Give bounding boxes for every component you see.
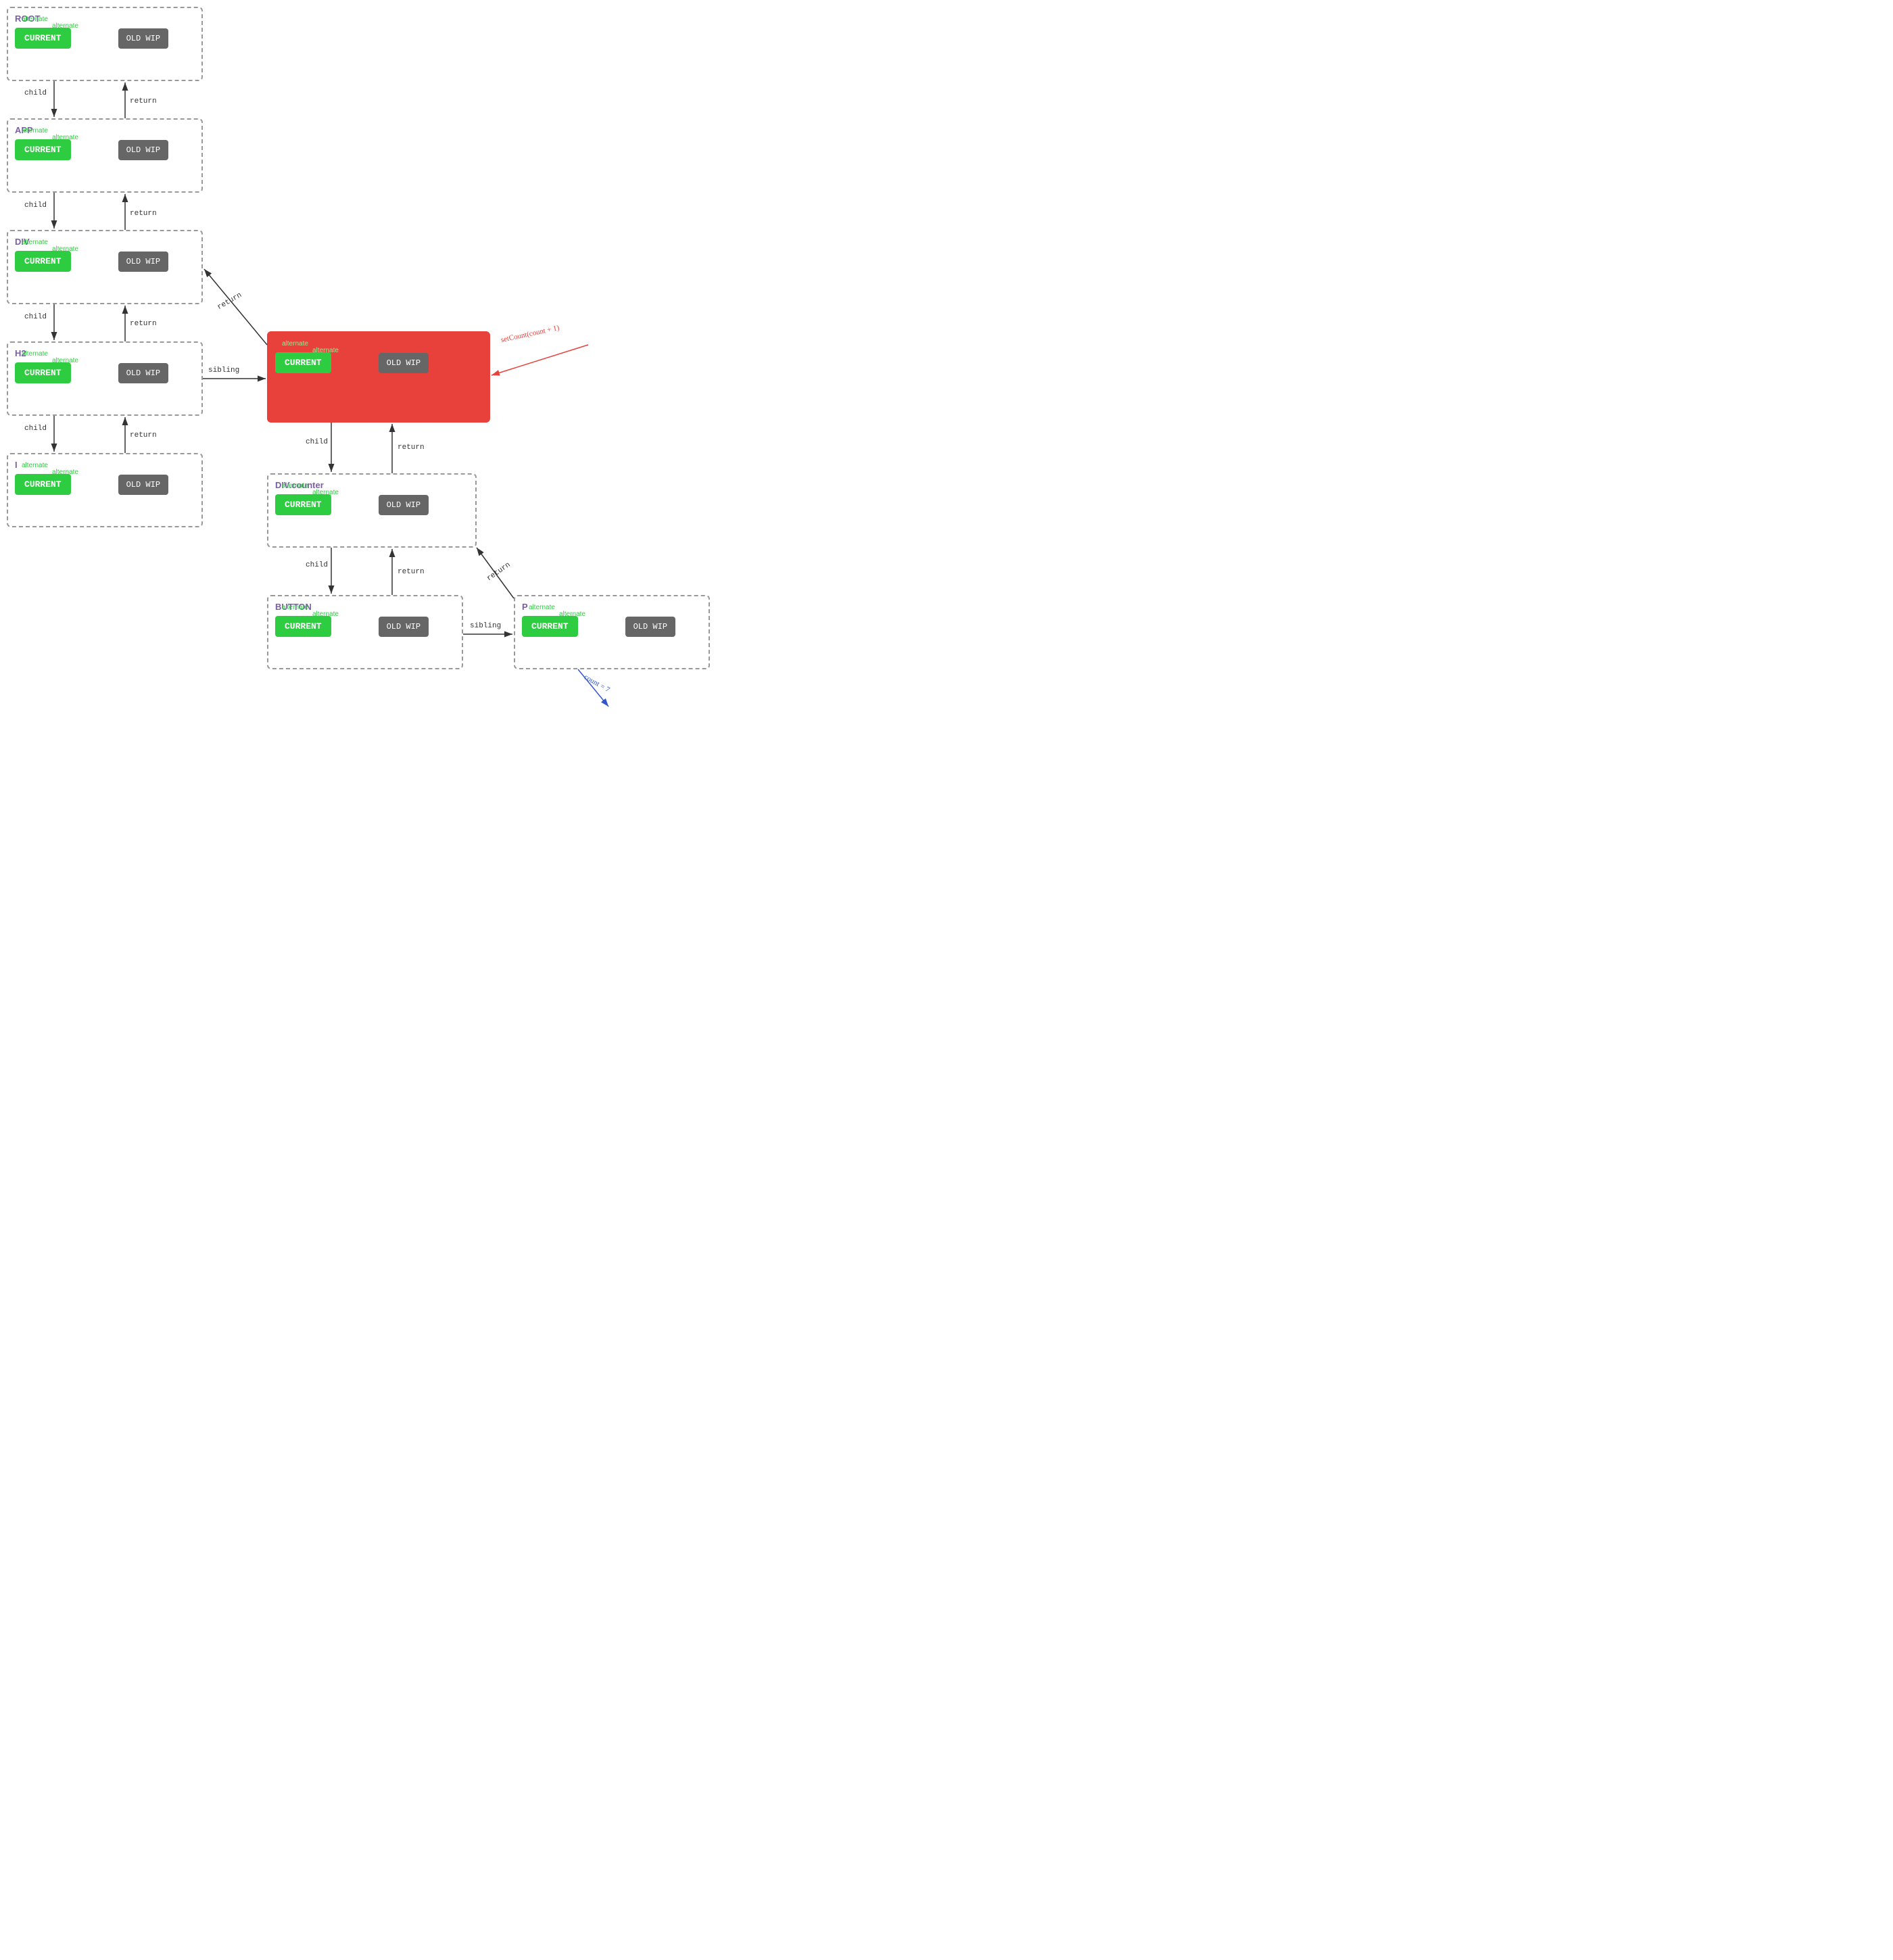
- div-counter-alt2: alternate: [312, 489, 339, 496]
- div-current-btn: CURRENT: [15, 251, 71, 272]
- p-current-btn: CURRENT: [522, 616, 578, 637]
- h2-alt2: alternate: [52, 357, 78, 364]
- divcounter-button-child-label: child: [306, 561, 328, 569]
- i-oldwip-btn: OLD WIP: [118, 475, 168, 495]
- div-counter-return-arrow: [204, 269, 267, 345]
- button-current-btn: CURRENT: [275, 616, 331, 637]
- i-alt1: alternate: [22, 462, 48, 469]
- div-node: DIV CURRENT alternate alternate OLD WIP: [7, 230, 203, 304]
- setcount-label: setCount(count + 1): [500, 324, 560, 344]
- app-node: APP CURRENT alternate alternate OLD WIP: [7, 118, 203, 193]
- counter-divcounter-child-label: child: [306, 438, 328, 446]
- h2-node: H2 CURRENT alternate alternate OLD WIP: [7, 341, 203, 416]
- p-node: P CURRENT alternate alternate OLD WIP: [514, 595, 710, 669]
- h2-oldwip-btn: OLD WIP: [118, 363, 168, 383]
- app-alt1: alternate: [22, 127, 48, 135]
- divcounter-button-return-label: return: [398, 568, 425, 576]
- app-div-child-label: child: [24, 201, 47, 210]
- p-alt2: alternate: [559, 611, 585, 618]
- div-counter-node: DIV.counter CURRENT alternate alternate …: [267, 473, 477, 548]
- button-node: BUTTON CURRENT alternate alternate OLD W…: [267, 595, 463, 669]
- div-counter-alt1: alternate: [282, 482, 308, 489]
- counter-alt1: alternate: [282, 340, 308, 348]
- i-node: I CURRENT alternate alternate OLD WIP: [7, 453, 203, 527]
- div-counter-current-btn: CURRENT: [275, 494, 331, 515]
- h2-i-child-label: child: [24, 425, 47, 433]
- h2-counter-sibling-label: sibling: [208, 366, 239, 375]
- button-alt1: alternate: [282, 604, 308, 611]
- counter-alt2: alternate: [312, 347, 339, 354]
- div-counter-oldwip-btn: OLD WIP: [379, 495, 429, 515]
- counter-current-btn: CURRENT: [275, 352, 331, 373]
- app-div-return-label: return: [130, 210, 157, 218]
- root-alt2: alternate: [52, 22, 78, 30]
- setcount-arrow: [492, 345, 588, 375]
- p-divcounter-return-label: return: [485, 561, 512, 583]
- div-h2-child-label: child: [24, 313, 47, 321]
- div-counter-return-label: return: [216, 291, 243, 312]
- counter-oldwip-btn: OLD WIP: [379, 353, 429, 373]
- p-alt1: alternate: [529, 604, 555, 611]
- h2-alt1: alternate: [22, 350, 48, 358]
- h2-i-return-label: return: [130, 431, 157, 439]
- root-oldwip-btn: OLD WIP: [118, 28, 168, 49]
- button-oldwip-btn: OLD WIP: [379, 617, 429, 637]
- root-app-return-label: return: [130, 97, 157, 105]
- root-current-btn: CURRENT: [15, 28, 71, 49]
- button-p-sibling-label: sibling: [470, 622, 501, 630]
- root-alt1: alternate: [22, 16, 48, 23]
- div-h2-return-label: return: [130, 320, 157, 328]
- p-oldwip-btn: OLD WIP: [625, 617, 675, 637]
- div-alt2: alternate: [52, 245, 78, 253]
- counter-node: COUNTER CURRENT alternate alternate OLD …: [267, 331, 490, 423]
- app-alt2: alternate: [52, 134, 78, 141]
- h2-current-btn: CURRENT: [15, 362, 71, 383]
- div-alt1: alternate: [22, 239, 48, 246]
- root-node: ROOT CURRENT alternate alternate OLD WIP: [7, 7, 203, 81]
- i-alt2: alternate: [52, 469, 78, 476]
- count-val-label: count = 7: [583, 673, 611, 694]
- app-current-btn: CURRENT: [15, 139, 71, 160]
- app-oldwip-btn: OLD WIP: [118, 140, 168, 160]
- i-current-btn: CURRENT: [15, 474, 71, 495]
- counter-divcounter-return-label: return: [398, 444, 425, 452]
- div-oldwip-btn: OLD WIP: [118, 252, 168, 272]
- button-alt2: alternate: [312, 611, 339, 618]
- root-app-child-label: child: [24, 89, 47, 97]
